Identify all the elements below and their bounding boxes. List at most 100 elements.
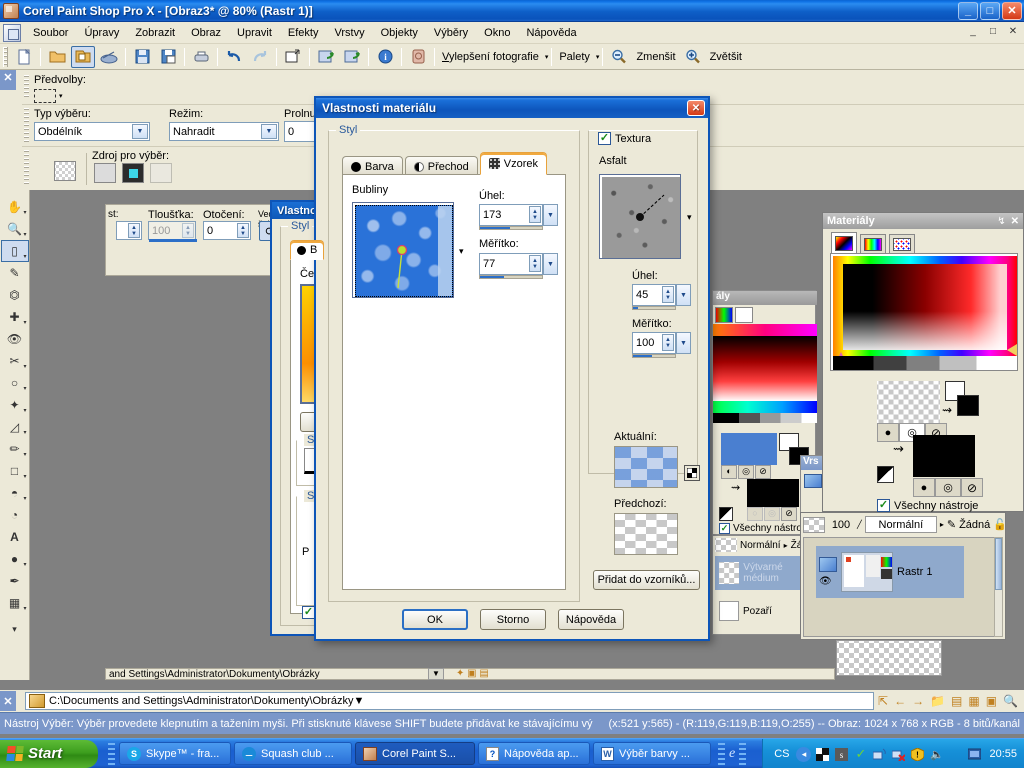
canvas-dropdown-icon[interactable]: ▼ — [428, 668, 444, 680]
tool-smudge-icon[interactable]: ◿ ▾ — [1, 416, 29, 438]
options-grip[interactable] — [24, 75, 29, 99]
tool-redeye-icon[interactable]: 👁 — [1, 328, 29, 350]
layer-mask-value[interactable]: Žádná — [959, 519, 990, 531]
tool-move-icon[interactable]: ✚ ▾ — [1, 306, 29, 328]
selection-marquee-icon[interactable] — [54, 161, 76, 181]
cancel-button[interactable]: Storno — [480, 609, 546, 630]
tray-security-warning-icon[interactable]: ! — [910, 747, 925, 762]
browse-icon[interactable] — [71, 46, 95, 68]
chevron-down-icon[interactable]: ▼ — [261, 124, 277, 139]
background-material-swatch[interactable] — [913, 435, 975, 477]
new-file-icon[interactable] — [12, 46, 36, 68]
materials-back-style-1-icon[interactable]: ◐ — [721, 465, 737, 479]
materials-palette-close-icon[interactable]: ✕ — [1011, 216, 1019, 227]
help-button[interactable]: Nápověda — [558, 609, 624, 630]
texture-dropdown-arrow-icon[interactable]: ▾ — [687, 212, 692, 223]
tool-pen-icon[interactable]: ✒ — [1, 570, 29, 592]
layer-lock-icon[interactable]: 🔓 — [993, 518, 1007, 531]
options-grip-2[interactable] — [24, 108, 29, 142]
materials-back-gray-strip[interactable] — [713, 413, 817, 423]
materials-color-picker[interactable] — [830, 253, 1018, 371]
zoom-in-icon[interactable] — [681, 46, 705, 68]
swap-colors-icon[interactable]: ⇝ — [731, 481, 740, 494]
fullscreen-icon[interactable] — [281, 46, 305, 68]
menu-upravit[interactable]: Upravit — [229, 24, 280, 42]
bg-style-null-icon[interactable]: ⊘ — [961, 478, 983, 497]
doc-restore-button[interactable]: □ — [986, 25, 1000, 38]
tray-network-icon[interactable] — [872, 747, 887, 762]
path-combo[interactable]: C:\Documents and Settings\Administrator\… — [25, 692, 874, 710]
enhance-photo-caret-icon[interactable]: ▾ — [545, 53, 549, 61]
tab-vzorek[interactable]: Vzorek — [480, 152, 547, 175]
save-icon[interactable] — [130, 46, 154, 68]
menu-soubor[interactable]: Soubor — [25, 24, 76, 42]
language-indicator[interactable]: CS — [771, 748, 792, 760]
tools-more-icon[interactable]: ▾ — [0, 624, 29, 635]
menu-vrstvy[interactable]: Vrstvy — [326, 24, 372, 42]
taskbar-grip[interactable] — [108, 743, 115, 765]
tray-network-error-icon[interactable] — [891, 747, 906, 762]
minimize-button[interactable]: _ — [958, 2, 978, 20]
chevron-down-icon[interactable]: ▼ — [132, 124, 148, 139]
source-layer-icon[interactable] — [122, 163, 144, 183]
preset-selector[interactable]: ▾ — [34, 88, 76, 104]
tray-screenshot-icon[interactable]: s — [834, 747, 849, 762]
pattern-angle-slider[interactable] — [479, 226, 543, 230]
pattern-scale-dropdown[interactable]: ▼ — [543, 253, 558, 275]
source-merged-icon[interactable] — [94, 163, 116, 183]
layer-opacity-slider-icon[interactable]: ╱ — [857, 520, 862, 529]
nav-back-icon[interactable]: ← — [894, 694, 906, 708]
taskbar-item-skype[interactable]: S Skype™ - fra... — [119, 742, 231, 765]
nav-forward-icon[interactable]: → — [912, 694, 924, 708]
view-list-icon[interactable]: ▤ — [951, 694, 962, 708]
palettes-caret-icon[interactable]: ▾ — [596, 53, 600, 61]
tool-text-icon[interactable]: A — [1, 526, 29, 548]
materials-back-style-3-icon[interactable]: ⊘ — [755, 465, 771, 479]
current-material-options-icon[interactable] — [684, 465, 700, 481]
materials-back-foreground-swatch[interactable] — [721, 433, 777, 465]
open-folder-icon[interactable] — [45, 46, 69, 68]
tray-opera-icon[interactable]: 𝊩 — [948, 747, 963, 762]
ok-button[interactable]: OK — [402, 609, 468, 630]
tool-shape-icon[interactable]: ● ▾ — [1, 548, 29, 570]
taskbar-grip-3[interactable] — [739, 743, 746, 765]
layer-blend-arrow-icon[interactable]: ▸ — [940, 520, 944, 529]
path-bar-close-button[interactable]: ✕ — [0, 691, 16, 711]
tool-eraser-icon[interactable]: □ ▾ — [1, 460, 29, 482]
texture-preview-container[interactable] — [599, 174, 681, 259]
tool-picture-tube-icon[interactable]: ◔ — [1, 504, 29, 526]
layer-row-rastr1[interactable]: 👁 Rastr 1 — [816, 546, 964, 598]
materials-back-all-tools-checkbox[interactable]: ✓ — [719, 523, 730, 534]
zoom-out-label[interactable]: Zmenšit — [632, 51, 679, 63]
materials-back-style-2-icon[interactable]: ◎ — [738, 465, 754, 479]
tool-zoom-icon[interactable]: 🔍 ▾ — [1, 218, 29, 240]
layer-mask-icon[interactable]: ✎ — [947, 518, 956, 531]
materials-back-bw-icon[interactable] — [719, 507, 733, 521]
texture-scale-field[interactable]: 100 ▲ ▼ — [632, 332, 676, 354]
materials-back-tab-2-icon[interactable] — [735, 307, 753, 323]
pattern-dropdown-arrow-icon[interactable]: ▾ — [459, 246, 464, 257]
taskbar-item-squash[interactable]: ⚊ Squash club ... — [234, 742, 352, 765]
menu-napoveda[interactable]: Nápověda — [518, 24, 584, 42]
rotation-spinner[interactable]: 0 ▲ ▼ — [203, 221, 251, 240]
texture-angle-field[interactable]: 45 ▲ ▼ — [632, 284, 676, 306]
background-color-box[interactable] — [957, 395, 979, 416]
options-bar-close-button[interactable]: ✕ — [0, 70, 16, 90]
tool-paintbrush-icon[interactable]: ✏ ▾ — [1, 438, 29, 460]
reset-bw-icon[interactable] — [877, 466, 894, 483]
menu-okno[interactable]: Okno — [476, 24, 518, 42]
palettes-button[interactable]: Palety — [555, 51, 594, 63]
save-as-icon[interactable] — [156, 46, 180, 68]
pattern-angle-stepper[interactable]: ▲ ▼ — [529, 206, 541, 223]
materials-tab-wheel[interactable] — [831, 232, 857, 254]
pin-icon[interactable]: ↯ — [997, 216, 1005, 227]
tray-volume-icon[interactable]: 🔈 — [929, 747, 944, 762]
layers-back-blend-arrow-icon[interactable]: ▸ — [784, 541, 788, 550]
swap-foreground-background-icon[interactable]: ⇝ — [942, 403, 952, 417]
pattern-scale-field[interactable]: 77 ▲ ▼ — [479, 253, 543, 275]
tool-clone-icon[interactable]: ○ ▾ — [1, 372, 29, 394]
view-detail-icon[interactable]: ▦ — [968, 694, 979, 708]
scanner-icon[interactable] — [97, 46, 121, 68]
ie-icon[interactable]: e — [729, 746, 735, 762]
materials-back-style-4-icon[interactable]: ○ — [747, 507, 763, 521]
